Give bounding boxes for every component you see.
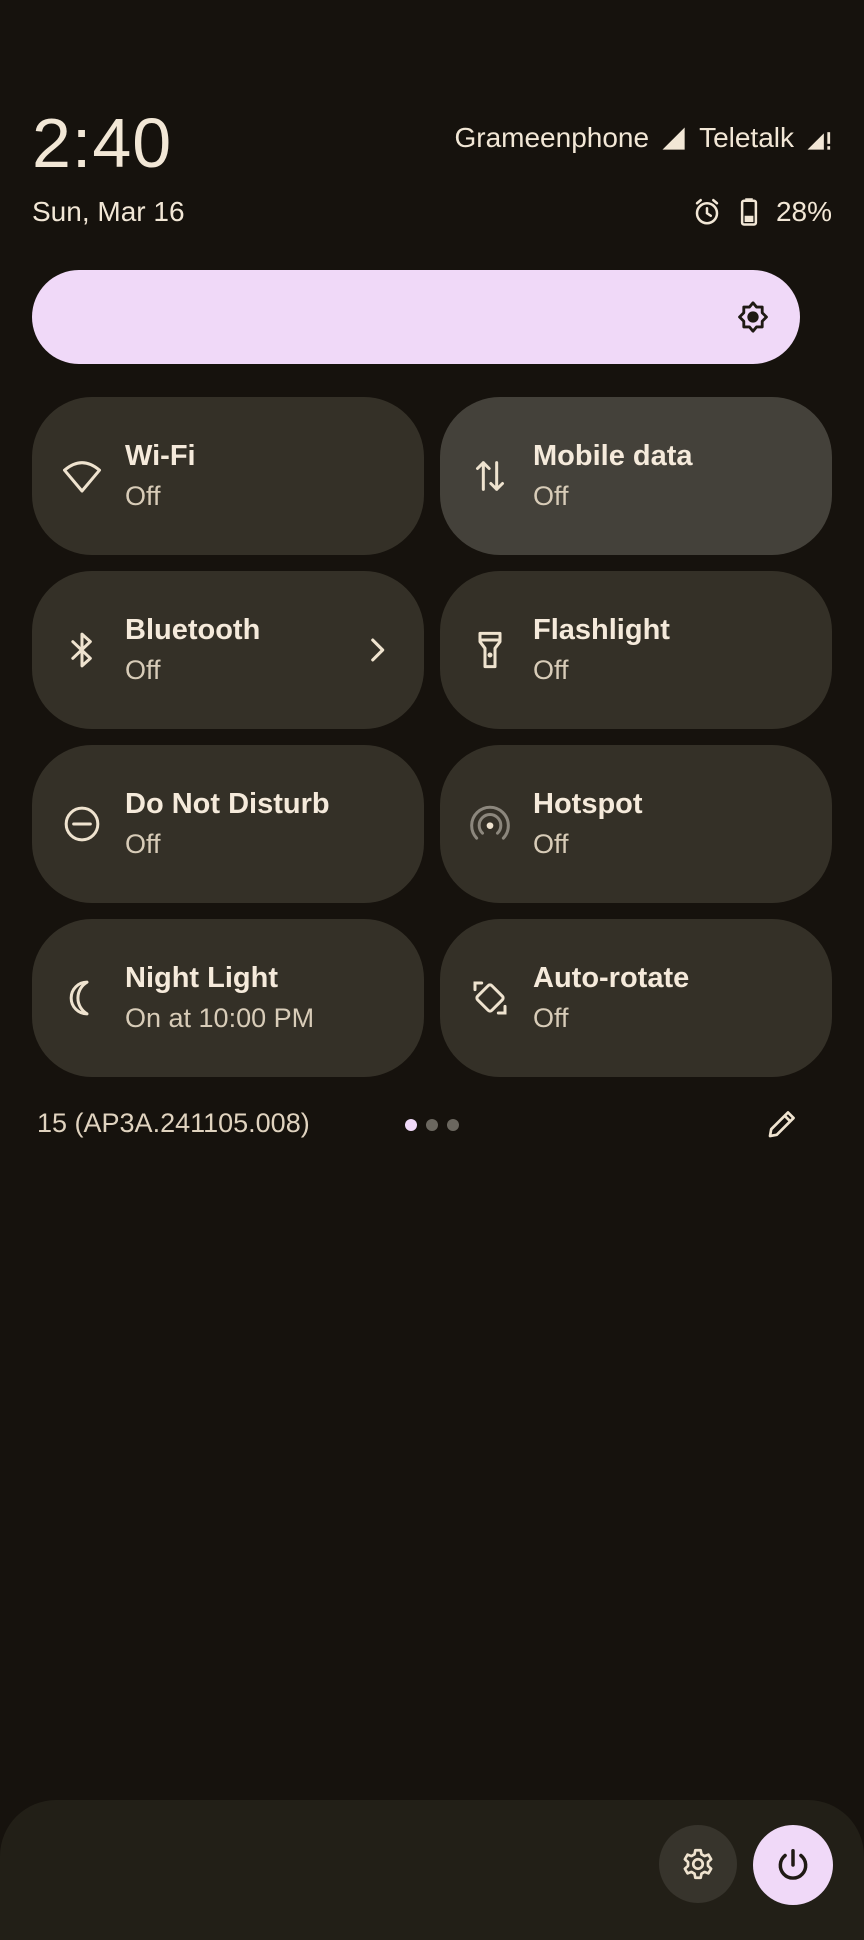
- tile-text: Auto-rotate Off: [533, 959, 689, 1037]
- quick-settings-tiles: Wi-Fi Off Mobile data Off Bluetooth Off: [32, 397, 832, 1077]
- tile-label: Flashlight: [533, 614, 670, 646]
- tile-text: Night Light On at 10:00 PM: [125, 959, 314, 1037]
- wifi-icon: [63, 461, 101, 493]
- edit-icon[interactable]: [764, 1106, 800, 1142]
- tile-label: Night Light: [125, 962, 279, 994]
- carrier-info: Grameenphone Teletalk: [454, 122, 832, 154]
- brightness-slider[interactable]: [32, 270, 800, 364]
- status-icons: 28%: [692, 196, 832, 228]
- tile-text: Bluetooth Off: [125, 611, 260, 689]
- tile-status: Off: [533, 655, 569, 685]
- tile-label: Mobile data: [533, 440, 693, 472]
- tile-mobile-data[interactable]: Mobile data Off: [440, 397, 832, 555]
- tile-label: Bluetooth: [125, 614, 261, 646]
- tile-night-light[interactable]: Night Light On at 10:00 PM: [32, 919, 424, 1077]
- build-number[interactable]: 15 (AP3A.241105.008): [37, 1108, 310, 1139]
- tile-flashlight[interactable]: Flashlight Off: [440, 571, 832, 729]
- alarm-icon: [695, 198, 719, 225]
- tile-label: Hotspot: [533, 788, 643, 820]
- tile-status: On at 10:00 PM: [125, 1003, 315, 1033]
- brightness-icon: [738, 301, 768, 333]
- carrier-teletalk: Teletalk: [699, 122, 832, 154]
- flashlight-icon: [478, 631, 502, 669]
- power-button[interactable]: [753, 1825, 833, 1905]
- hotspot-icon: [470, 805, 510, 840]
- tile-text: Do Not Disturb Off: [125, 785, 330, 863]
- tile-label: Wi-Fi: [125, 440, 196, 472]
- page-dot: [447, 1119, 459, 1131]
- gear-icon: [683, 1848, 713, 1880]
- carrier-name: Teletalk: [699, 122, 794, 153]
- tile-wifi[interactable]: Wi-Fi Off: [32, 397, 424, 555]
- tile-do-not-disturb[interactable]: Do Not Disturb Off: [32, 745, 424, 903]
- page-dot: [426, 1119, 438, 1131]
- tile-status: Off: [125, 829, 161, 859]
- chevron-right-icon[interactable]: [360, 633, 394, 667]
- power-icon: [778, 1849, 808, 1880]
- settings-button[interactable]: [659, 1825, 737, 1903]
- night-light-icon: [69, 980, 89, 1016]
- clock[interactable]: 2:40: [32, 98, 172, 188]
- carrier-grameenphone: Grameenphone: [454, 122, 687, 154]
- tile-text: Flashlight Off: [533, 611, 670, 689]
- tile-status: Off: [125, 655, 161, 685]
- auto-rotate-icon: [473, 981, 507, 1015]
- signal-icon: [662, 127, 685, 150]
- battery-icon: [740, 198, 758, 226]
- tile-hotspot[interactable]: Hotspot Off: [440, 745, 832, 903]
- tile-text: Hotspot Off: [533, 785, 643, 863]
- tile-label: Auto-rotate: [533, 962, 690, 994]
- date[interactable]: Sun, Mar 16: [32, 196, 185, 228]
- page-dot-active: [405, 1119, 417, 1131]
- tile-label: Do Not Disturb: [125, 788, 330, 820]
- page-indicator: [405, 1119, 459, 1131]
- tile-status: Off: [533, 481, 569, 511]
- tile-status: Off: [125, 481, 161, 511]
- tile-status: Off: [533, 829, 569, 859]
- tile-status: Off: [533, 1003, 569, 1033]
- carrier-name: Grameenphone: [454, 122, 650, 153]
- tile-text: Mobile data Off: [533, 437, 693, 515]
- tile-bluetooth[interactable]: Bluetooth Off: [32, 571, 424, 729]
- do-not-disturb-icon: [64, 806, 100, 842]
- tile-text: Wi-Fi Off: [125, 437, 196, 515]
- tile-auto-rotate[interactable]: Auto-rotate Off: [440, 919, 832, 1077]
- battery-percentage: 28%: [775, 196, 832, 227]
- signal-warning-icon: [807, 132, 831, 150]
- bluetooth-icon: [71, 632, 92, 668]
- mobile-data-icon: [476, 461, 504, 491]
